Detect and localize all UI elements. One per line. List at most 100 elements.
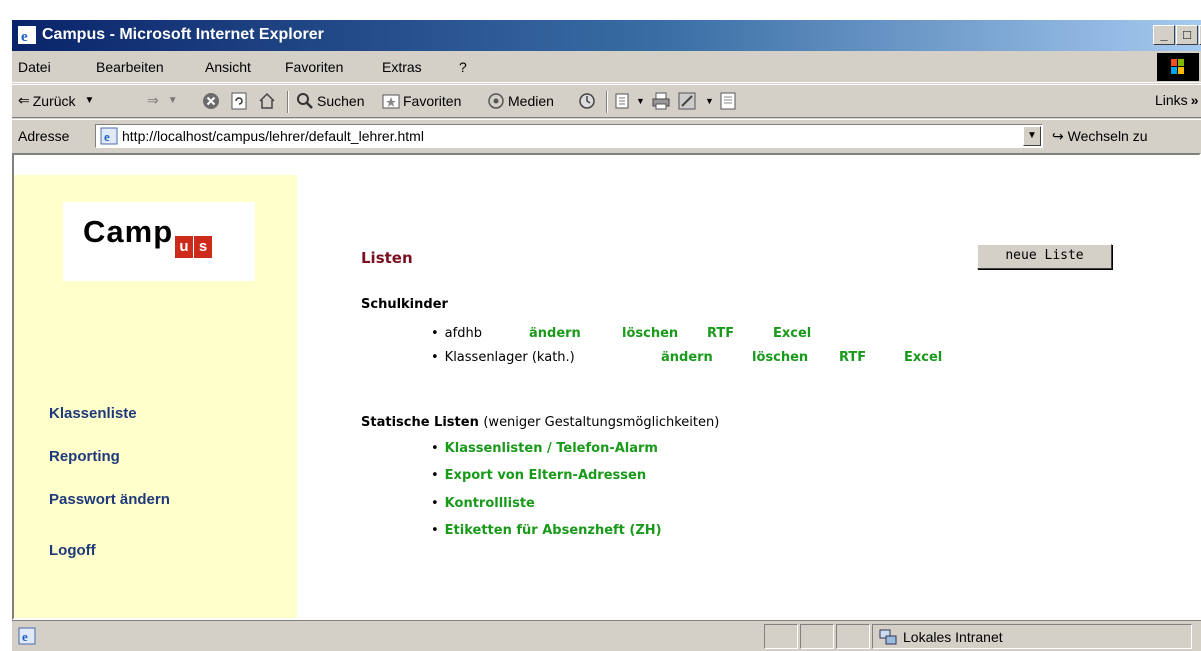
stop-icon <box>203 93 219 109</box>
home-icon <box>259 92 275 109</box>
zone-panel: Lokales Intranet <box>872 624 1192 649</box>
search-button[interactable]: Suchen <box>296 92 364 110</box>
list-name: Klassenlager (kath.) <box>444 350 575 365</box>
search-icon <box>297 93 313 109</box>
links-label: Links <box>1155 92 1188 108</box>
title-bar: e Campus - Microsoft Internet Explorer _… <box>12 20 1201 51</box>
address-input[interactable]: e http://localhost/campus/lehrer/default… <box>95 124 1043 148</box>
refresh-button[interactable] <box>230 92 248 110</box>
section-static-lists: Statische Listen (weniger Gestaltungsmög… <box>361 415 719 430</box>
intranet-icon <box>879 629 897 645</box>
list-item: • Klassenlager (kath.) <box>431 350 575 365</box>
menu-ansicht[interactable]: Ansicht <box>205 59 251 75</box>
nav-logoff[interactable]: Logoff <box>49 542 96 559</box>
menu-bar: Datei Bearbeiten Ansicht Favoriten Extra… <box>12 51 1201 83</box>
history-button[interactable] <box>578 92 596 110</box>
static-lists-note: (weniger Gestaltungsmöglichkeiten) <box>483 415 720 430</box>
minimize-button[interactable]: _ <box>1153 25 1175 45</box>
go-button[interactable]: ↪ Wechseln zu <box>1052 128 1148 145</box>
chevron-down-icon: ▼ <box>84 95 95 106</box>
edit-icon <box>678 92 696 110</box>
bullet: • <box>431 523 439 538</box>
nav-reporting[interactable]: Reporting <box>49 448 120 465</box>
toolbar: ⇐ Zurück ▼ ⇒ ▼ Suchen Favoriten Medien ▼… <box>12 84 1201 118</box>
print-icon <box>652 92 670 110</box>
static-link-etiketten[interactable]: Etiketten für Absenzheft (ZH) <box>445 523 662 538</box>
media-icon <box>488 93 504 109</box>
bullet: • <box>431 326 439 341</box>
menu-datei[interactable]: Datei <box>18 59 51 75</box>
list-item: • Klassenlisten / Telefon-Alarm <box>431 441 658 456</box>
delete-link[interactable]: löschen <box>622 326 678 341</box>
static-link-kontrollliste[interactable]: Kontrollliste <box>445 496 535 511</box>
address-label: Adresse <box>18 128 70 144</box>
sidebar: Camp u s Klassenliste Reporting Passwort… <box>14 175 297 618</box>
status-bar: e Lokales Intranet <box>12 620 1201 651</box>
back-button[interactable]: ⇐ Zurück ▼ <box>18 92 94 109</box>
status-panel <box>800 624 834 649</box>
nav-klassenliste[interactable]: Klassenliste <box>49 405 137 422</box>
favorites-label: Favoriten <box>403 93 462 109</box>
menu-favoriten[interactable]: Favoriten <box>285 59 343 75</box>
bullet: • <box>431 441 439 456</box>
stop-button[interactable] <box>202 92 220 110</box>
chevron-down-icon: ▼ <box>705 96 714 106</box>
bullet: • <box>431 350 439 365</box>
favorites-button[interactable]: Favoriten <box>382 92 461 110</box>
maximize-button[interactable]: □ <box>1176 25 1198 45</box>
chevron-down-icon: ▼ <box>636 96 645 106</box>
forward-button[interactable]: ⇒ ▼ <box>147 92 178 109</box>
bullet: • <box>431 468 439 483</box>
new-list-button[interactable]: neue Liste <box>977 244 1112 269</box>
menu-bearbeiten[interactable]: Bearbeiten <box>96 59 164 75</box>
page-content: Camp u s Klassenliste Reporting Passwort… <box>12 153 1201 620</box>
forward-arrow-icon: ⇒ <box>147 92 159 108</box>
status-panel <box>836 624 870 649</box>
logo-wordmark: Camp <box>83 214 174 249</box>
svg-text:e: e <box>21 29 28 44</box>
discuss-icon <box>720 92 736 110</box>
toolbar-separator <box>606 91 608 113</box>
history-icon <box>579 93 595 109</box>
chevron-down-icon: ▼ <box>167 95 178 106</box>
main-panel: Listen neue Liste Schulkinder • afdhb änd… <box>297 155 1197 618</box>
chevron-right-icon: » <box>1190 92 1199 108</box>
excel-link[interactable]: Excel <box>773 326 811 341</box>
back-label: Zurück <box>32 92 76 109</box>
edit-link[interactable]: ändern <box>661 350 713 365</box>
ie-page-icon: e <box>100 127 118 145</box>
static-link-export[interactable]: Export von Eltern-Adressen <box>445 468 646 483</box>
rtf-link[interactable]: RTF <box>839 350 866 365</box>
menu-help[interactable]: ? <box>459 59 467 75</box>
logo-letter-u: u <box>175 236 193 258</box>
logo-letter-s: s <box>194 236 212 258</box>
links-button[interactable]: Links » <box>1155 92 1198 108</box>
menu-extras[interactable]: Extras <box>382 59 422 75</box>
ie-page-icon: e <box>18 627 36 645</box>
delete-link[interactable]: löschen <box>752 350 808 365</box>
discuss-button[interactable] <box>719 92 737 110</box>
excel-link[interactable]: Excel <box>904 350 942 365</box>
favorites-icon <box>382 94 400 109</box>
rtf-link[interactable]: RTF <box>707 326 734 341</box>
nav-passwort-aendern[interactable]: Passwort ändern <box>49 491 170 508</box>
status-panel <box>764 624 798 649</box>
svg-text:e: e <box>104 129 110 144</box>
static-link-klassenlisten[interactable]: Klassenlisten / Telefon-Alarm <box>445 441 658 456</box>
list-item: • afdhb <box>431 326 482 341</box>
edit-button[interactable]: ▼ <box>678 92 714 110</box>
edit-link[interactable]: ändern <box>529 326 581 341</box>
home-button[interactable] <box>258 92 276 110</box>
toolbar-separator <box>287 91 289 113</box>
mail-icon <box>615 93 629 109</box>
page-title: Listen <box>361 249 413 267</box>
media-button[interactable]: Medien <box>487 92 554 110</box>
print-button[interactable] <box>652 92 670 110</box>
mail-button[interactable]: ▼ <box>615 92 645 110</box>
window-title: Campus - Microsoft Internet Explorer <box>42 26 324 43</box>
address-url[interactable]: http://localhost/campus/lehrer/default_l… <box>122 128 424 144</box>
static-lists-title: Statische Listen <box>361 415 479 430</box>
list-item: • Etiketten für Absenzheft (ZH) <box>431 523 662 538</box>
go-label: Wechseln zu <box>1067 128 1148 144</box>
chevron-down-icon[interactable]: ▼ <box>1023 126 1041 146</box>
